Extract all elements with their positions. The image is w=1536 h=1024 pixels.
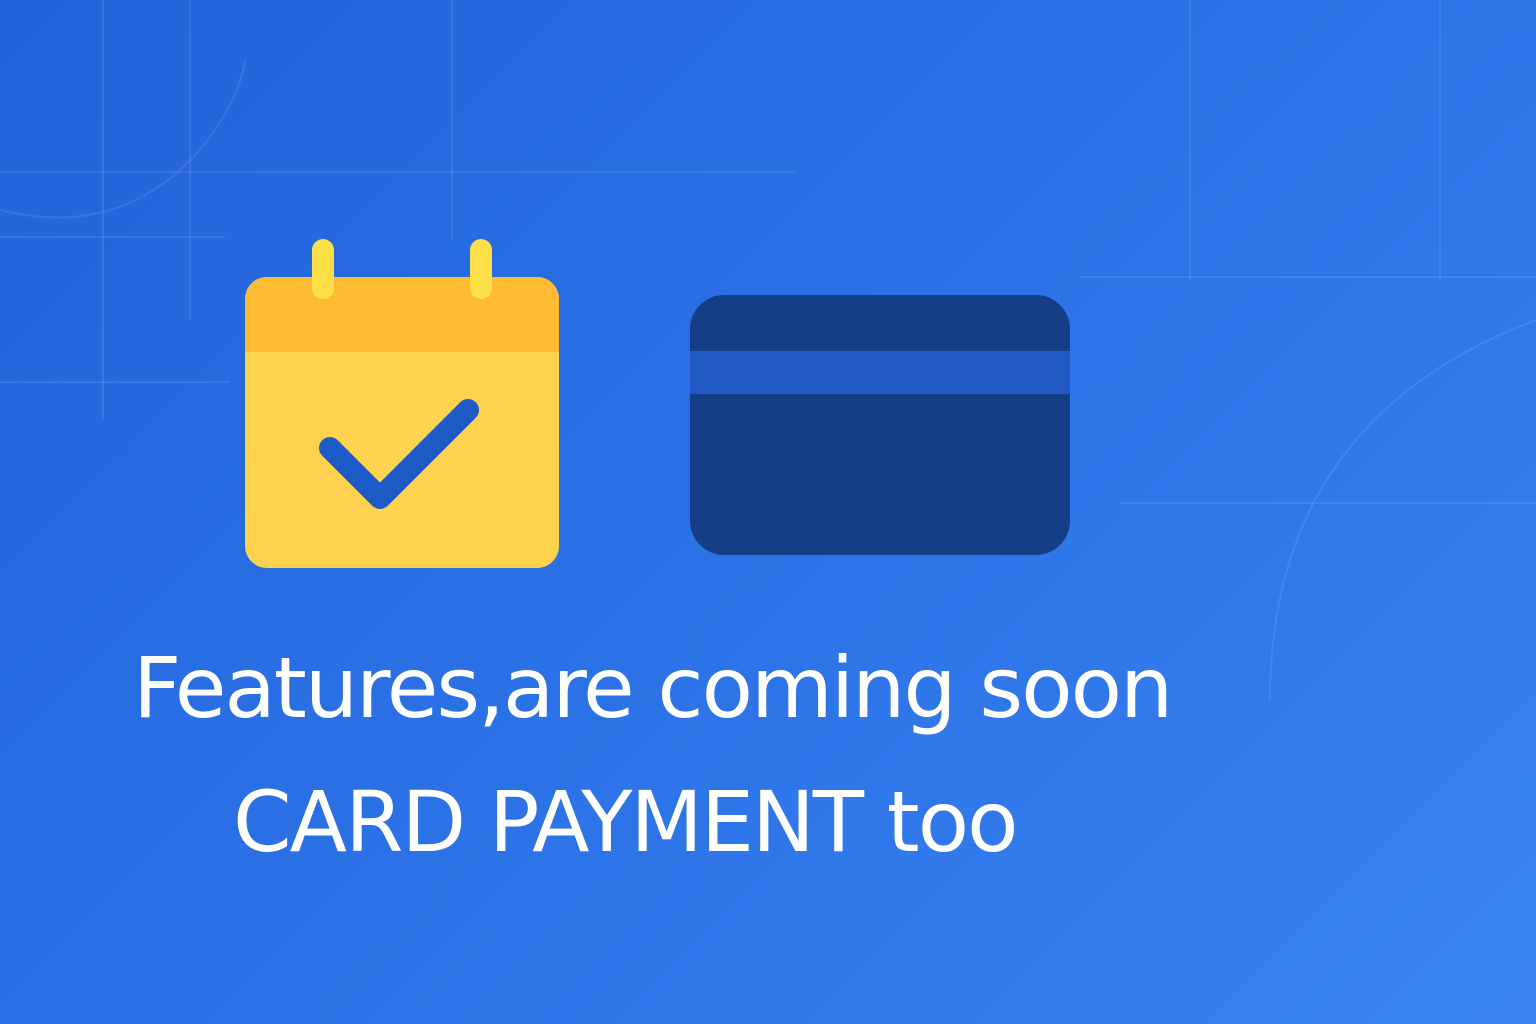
- credit-card-icon: [680, 285, 1080, 565]
- announcement-line-2: CARD PAYMENT too: [233, 773, 1019, 871]
- calendar-ring-left: [312, 239, 334, 299]
- card-body: [690, 295, 1070, 555]
- calendar-header: [245, 277, 559, 352]
- calendar-check-icon: [230, 230, 575, 585]
- announcement-line-1: Features,are coming soon: [133, 639, 1173, 737]
- calendar-ring-right: [470, 239, 492, 299]
- card-magnetic-stripe: [690, 351, 1070, 394]
